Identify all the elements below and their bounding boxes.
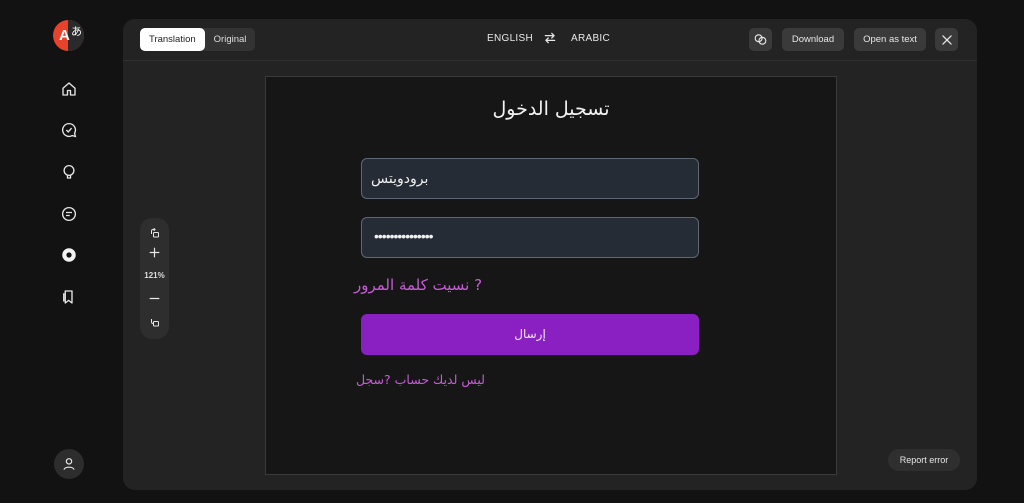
rotate-left-button[interactable]: [140, 225, 169, 241]
forgot-password-link[interactable]: نسيت كلمة المرور ?: [354, 276, 482, 294]
rotate-right-icon: [150, 319, 159, 327]
bookmarks-icon[interactable]: [59, 287, 79, 307]
download-button[interactable]: Download: [782, 28, 844, 51]
zoom-controls: 121%: [140, 218, 169, 339]
panel-toolbar: Translation Original ENGLISH ARABIC Down…: [123, 19, 977, 61]
document-chat-icon[interactable]: [59, 204, 79, 224]
username-value: برودويتس: [371, 171, 429, 187]
tab-original[interactable]: Original: [205, 28, 256, 51]
password-value: •••••••••••••••: [374, 228, 434, 244]
report-error-button[interactable]: Report error: [888, 449, 960, 471]
compare-button[interactable]: [749, 28, 772, 51]
open-as-text-button[interactable]: Open as text: [854, 28, 926, 51]
source-language[interactable]: ENGLISH: [487, 33, 533, 44]
rotate-left-icon: [150, 227, 159, 238]
close-button[interactable]: [935, 28, 958, 51]
plus-icon: [149, 247, 160, 257]
logo-glyph-a: A: [59, 27, 70, 44]
view-toggle: Translation Original: [140, 28, 256, 51]
rotate-right-button[interactable]: [140, 314, 169, 330]
left-nav: A あ: [0, 0, 124, 503]
chat-translate-icon[interactable]: [59, 120, 79, 140]
app-logo[interactable]: A あ: [53, 20, 84, 51]
translation-panel: Translation Original ENGLISH ARABIC Down…: [123, 19, 977, 490]
register-link[interactable]: ليس لديك حساب ?سجل: [356, 372, 485, 387]
compare-icon: [754, 34, 767, 45]
close-icon: [941, 34, 952, 45]
logo-glyph-b: あ: [71, 25, 82, 38]
lightbulb-icon[interactable]: [59, 162, 79, 182]
user-icon: [63, 458, 75, 470]
target-language[interactable]: ARABIC: [571, 33, 610, 44]
translated-document: تسجيل الدخول برودويتس ••••••••••••••• نس…: [265, 76, 837, 475]
image-translate-icon[interactable]: [59, 245, 79, 265]
password-field[interactable]: •••••••••••••••: [361, 217, 699, 258]
app-window: A あ Translation Original ENGLISH ARABIC …: [0, 0, 1024, 503]
home-icon[interactable]: [59, 79, 79, 99]
swap-languages-icon[interactable]: [543, 31, 557, 45]
submit-button[interactable]: إرسال: [361, 314, 699, 355]
user-avatar[interactable]: [54, 449, 84, 479]
username-field[interactable]: برودويتس: [361, 158, 699, 199]
page-title: تسجيل الدخول: [492, 98, 610, 120]
minus-icon: [149, 297, 160, 299]
zoom-in-button[interactable]: [140, 244, 169, 260]
tab-translation[interactable]: Translation: [140, 28, 205, 51]
zoom-out-button[interactable]: [140, 290, 169, 306]
zoom-level: 121%: [144, 270, 165, 280]
